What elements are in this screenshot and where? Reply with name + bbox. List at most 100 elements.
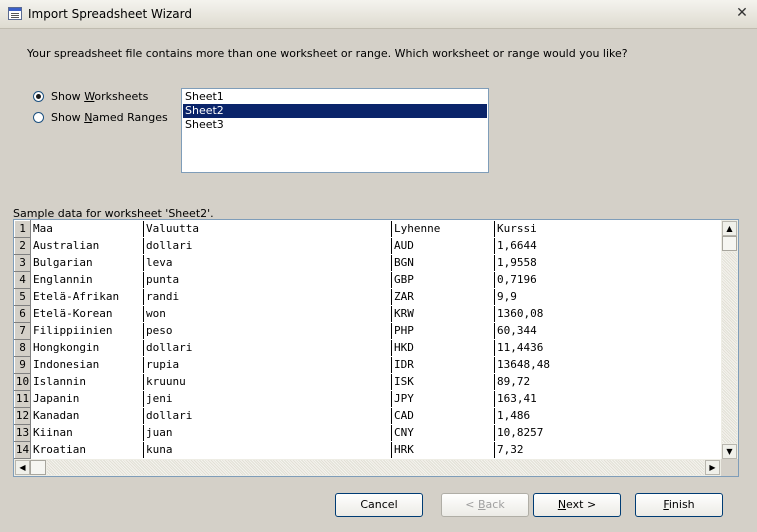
row-number: 5 <box>14 288 31 306</box>
currency-cell: jeni <box>143 390 392 408</box>
country-cell: Islannin <box>30 373 144 391</box>
row-number: 14 <box>14 441 31 459</box>
rate-cell: 1,6644 <box>494 237 715 255</box>
code-cell: CNY <box>391 424 495 442</box>
code-cell: HKD <box>391 339 495 357</box>
code-cell: KRW <box>391 305 495 323</box>
currency-cell: punta <box>143 271 392 289</box>
code-cell: ZAR <box>391 288 495 306</box>
currency-cell: randi <box>143 288 392 306</box>
table-row: 10 Islannin kruunu ISK 89,72 <box>14 373 715 391</box>
code-cell: HRK <box>391 441 495 459</box>
rate-cell: 1360,08 <box>494 305 715 323</box>
currency-cell: dollari <box>143 407 392 425</box>
cancel-button[interactable]: Cancel <box>335 493 423 517</box>
currency-cell: rupia <box>143 356 392 374</box>
worksheet-item-sheet2[interactable]: Sheet2 <box>183 104 487 118</box>
horizontal-scrollbar[interactable]: ◀ ▶ <box>14 459 721 476</box>
country-cell: Hongkongin <box>30 339 144 357</box>
code-cell: AUD <box>391 237 495 255</box>
title-bar: Import Spreadsheet Wizard ✕ <box>0 0 757 29</box>
row-number: 4 <box>14 271 31 289</box>
rate-cell: 9,9 <box>494 288 715 306</box>
table-row: 3 Bulgarian leva BGN 1,9558 <box>14 254 715 272</box>
import-spreadsheet-wizard: Import Spreadsheet Wizard ✕ Your spreads… <box>0 0 757 532</box>
show-named-ranges-radio[interactable]: Show Named Ranges <box>33 110 173 126</box>
table-row: 9 Indonesian rupia IDR 13648,48 <box>14 356 715 374</box>
country-cell: Etelä-Afrikan <box>30 288 144 306</box>
country-cell: Japanin <box>30 390 144 408</box>
rate-cell: 13648,48 <box>494 356 715 374</box>
rate-cell: 163,41 <box>494 390 715 408</box>
scroll-left-icon[interactable]: ◀ <box>15 460 30 475</box>
finish-button[interactable]: Finish <box>635 493 723 517</box>
row-number: 10 <box>14 373 31 391</box>
scrollbar-corner <box>721 459 738 476</box>
scroll-right-icon[interactable]: ▶ <box>705 460 720 475</box>
table-row: 7 Filippiinien peso PHP 60,344 <box>14 322 715 340</box>
currency-cell: juan <box>143 424 392 442</box>
rate-cell: 89,72 <box>494 373 715 391</box>
rate-cell: 10,8257 <box>494 424 715 442</box>
country-cell: Filippiinien <box>30 322 144 340</box>
country-cell: Maa <box>30 220 144 238</box>
table-row: 14 Kroatian kuna HRK 7,32 <box>14 441 715 459</box>
worksheet-item-sheet3[interactable]: Sheet3 <box>183 118 487 132</box>
row-number: 13 <box>14 424 31 442</box>
country-cell: Bulgarian <box>30 254 144 272</box>
rate-cell: 0,7196 <box>494 271 715 289</box>
row-number: 6 <box>14 305 31 323</box>
horizontal-scroll-thumb[interactable] <box>30 460 46 475</box>
table-row: 4 Englannin punta GBP 0,7196 <box>14 271 715 289</box>
rate-cell: 11,4436 <box>494 339 715 357</box>
rate-cell: 1,486 <box>494 407 715 425</box>
back-button[interactable]: < Back <box>441 493 529 517</box>
country-cell: Kroatian <box>30 441 144 459</box>
table-row: 12 Kanadan dollari CAD 1,486 <box>14 407 715 425</box>
currency-cell: leva <box>143 254 392 272</box>
table-row: 8 Hongkongin dollari HKD 11,4436 <box>14 339 715 357</box>
table-row: 6 Etelä-Korean won KRW 1360,08 <box>14 305 715 323</box>
vertical-scroll-thumb[interactable] <box>722 236 737 251</box>
currency-cell: dollari <box>143 339 392 357</box>
currency-cell: dollari <box>143 237 392 255</box>
code-cell: BGN <box>391 254 495 272</box>
vertical-scrollbar[interactable]: ▲ ▼ <box>721 220 738 460</box>
vertical-scroll-track[interactable] <box>722 252 737 443</box>
row-number: 3 <box>14 254 31 272</box>
country-cell: Australian <box>30 237 144 255</box>
radio-checked-icon <box>33 91 44 102</box>
show-worksheets-radio[interactable]: Show Worksheets <box>33 89 173 105</box>
code-cell: JPY <box>391 390 495 408</box>
worksheet-list[interactable]: Sheet1 Sheet2 Sheet3 <box>181 88 489 173</box>
code-cell: ISK <box>391 373 495 391</box>
country-cell: Kiinan <box>30 424 144 442</box>
code-cell: GBP <box>391 271 495 289</box>
code-cell: PHP <box>391 322 495 340</box>
country-cell: Kanadan <box>30 407 144 425</box>
show-named-ranges-label: Show Named Ranges <box>51 111 168 124</box>
rate-cell: 1,9558 <box>494 254 715 272</box>
sample-data-grid: 1 Maa Valuutta Lyhenne Kurssi 2 Australian doll… <box>13 219 739 477</box>
row-number: 9 <box>14 356 31 374</box>
currency-cell: won <box>143 305 392 323</box>
wizard-prompt: Your spreadsheet file contains more than… <box>27 47 628 60</box>
country-cell: Indonesian <box>30 356 144 374</box>
row-number: 12 <box>14 407 31 425</box>
code-cell: Lyhenne <box>391 220 495 238</box>
row-number: 1 <box>14 220 31 238</box>
table-row: 5 Etelä-Afrikan randi ZAR 9,9 <box>14 288 715 306</box>
scroll-up-icon[interactable]: ▲ <box>722 221 737 236</box>
table-row: 2 Australian dollari AUD 1,6644 <box>14 237 715 255</box>
country-cell: Etelä-Korean <box>30 305 144 323</box>
code-cell: CAD <box>391 407 495 425</box>
next-button[interactable]: Next > <box>533 493 621 517</box>
country-cell: Englannin <box>30 271 144 289</box>
row-number: 2 <box>14 237 31 255</box>
currency-cell: Valuutta <box>143 220 392 238</box>
close-icon[interactable]: ✕ <box>734 5 750 21</box>
worksheet-item-sheet1[interactable]: Sheet1 <box>183 90 487 104</box>
table-row: 13 Kiinan juan CNY 10,8257 <box>14 424 715 442</box>
horizontal-scroll-track[interactable] <box>47 460 704 475</box>
scroll-down-icon[interactable]: ▼ <box>722 444 737 459</box>
